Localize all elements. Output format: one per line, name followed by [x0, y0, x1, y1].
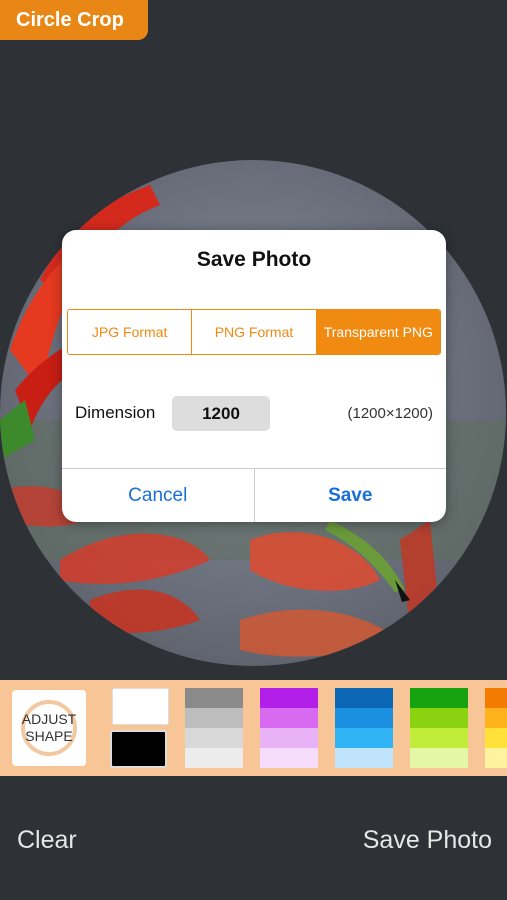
format-segmented-control: JPG Format PNG Format Transparent PNG [67, 309, 441, 355]
color-swatch[interactable] [185, 748, 243, 768]
format-jpg-option[interactable]: JPG Format [68, 310, 193, 354]
color-swatch[interactable] [260, 728, 318, 748]
color-swatch[interactable] [410, 728, 468, 748]
swatch-column [185, 688, 243, 768]
swatch-black[interactable] [110, 730, 167, 768]
swatch-column [260, 688, 318, 768]
dimension-input[interactable]: 1200 [172, 396, 270, 431]
bottom-toolbar: Clear Save Photo [0, 776, 507, 900]
dialog-title: Save Photo [196, 248, 312, 271]
dimension-label: Dimension [75, 403, 156, 422]
color-swatch[interactable] [185, 688, 243, 708]
color-swatch[interactable] [485, 708, 507, 728]
save-photo-dialog: Save Photo JPG Format PNG Format Transpa… [62, 230, 446, 522]
swatch-column [485, 688, 507, 768]
color-swatch[interactable] [335, 688, 393, 708]
clear-button[interactable]: Clear [17, 826, 77, 855]
color-swatch[interactable] [335, 748, 393, 768]
app-title-badge: Circle Crop [0, 0, 148, 40]
swatch-column [335, 688, 393, 768]
color-swatch[interactable] [260, 688, 318, 708]
save-photo-button[interactable]: Save Photo [363, 826, 492, 855]
color-swatch[interactable] [335, 708, 393, 728]
color-swatch[interactable] [185, 708, 243, 728]
color-palette-bar: ADJUST SHAPE [0, 680, 507, 776]
dimension-size-text: (1200×1200) [347, 405, 434, 422]
dialog-button-row: Cancel Save [62, 468, 446, 522]
save-button[interactable]: Save [253, 469, 447, 522]
color-swatch[interactable] [260, 708, 318, 728]
color-swatch[interactable] [410, 688, 468, 708]
color-swatch[interactable] [485, 748, 507, 768]
color-swatch[interactable] [260, 748, 318, 768]
color-swatch[interactable] [410, 708, 468, 728]
format-png-option[interactable]: PNG Format [192, 310, 317, 354]
format-transparent-png-option[interactable]: Transparent PNG [316, 310, 440, 354]
cancel-button[interactable]: Cancel [62, 469, 254, 522]
color-swatch[interactable] [485, 728, 507, 748]
swatch-white[interactable] [112, 688, 169, 725]
adjust-shape-label: ADJUST SHAPE [22, 711, 76, 745]
swatch-column [410, 688, 468, 768]
adjust-label-line1: ADJUST [21, 711, 77, 727]
adjust-shape-button[interactable]: ADJUST SHAPE [12, 690, 86, 766]
color-swatch[interactable] [485, 688, 507, 708]
color-swatch[interactable] [410, 748, 468, 768]
color-swatch[interactable] [185, 728, 243, 748]
adjust-label-line2: SHAPE [25, 728, 73, 744]
color-swatch[interactable] [335, 728, 393, 748]
